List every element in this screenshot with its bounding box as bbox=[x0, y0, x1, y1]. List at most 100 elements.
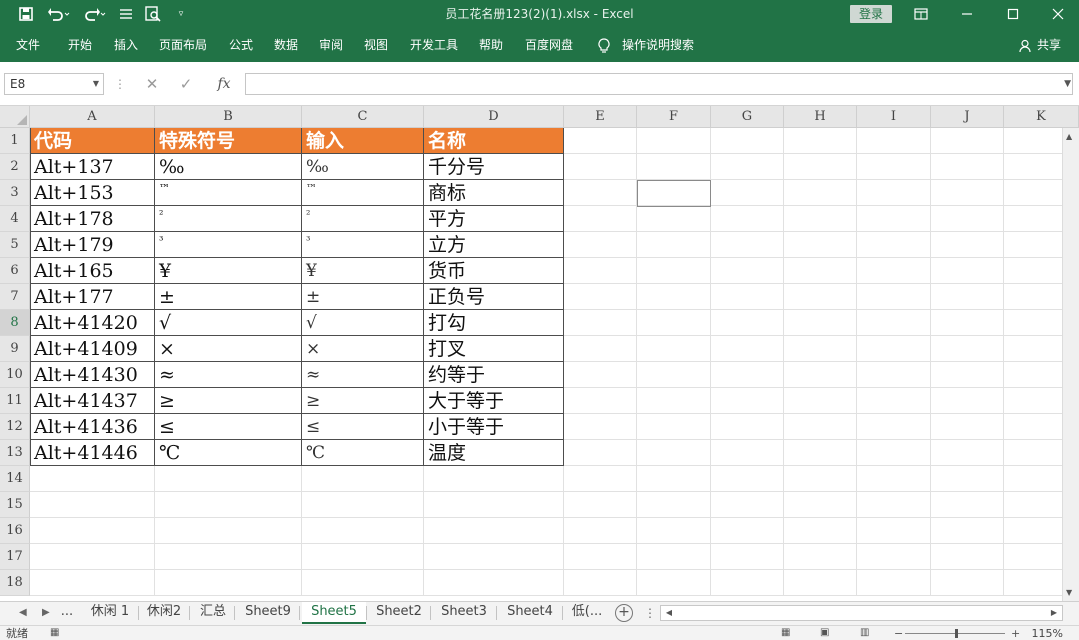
cell-name[interactable]: 温度 bbox=[424, 440, 563, 466]
row-header-9[interactable]: 9 bbox=[0, 336, 30, 362]
formula-bar-grip-icon[interactable]: ⋮ bbox=[114, 73, 126, 95]
column-header-e[interactable]: E bbox=[564, 106, 637, 128]
cell-name[interactable]: 千分号 bbox=[424, 154, 563, 180]
sheet-tab-5[interactable]: Sheet5 bbox=[302, 602, 366, 624]
more-sheets-left[interactable]: ... bbox=[58, 602, 76, 624]
row-header-11[interactable]: 11 bbox=[0, 388, 30, 414]
tab-developer[interactable]: 开发工具 bbox=[410, 28, 458, 62]
expand-formula-icon[interactable]: ▼ bbox=[1064, 73, 1071, 95]
column-header-a[interactable]: A bbox=[30, 106, 155, 128]
zoom-slider-thumb[interactable] bbox=[955, 629, 958, 638]
form-icon[interactable] bbox=[116, 0, 136, 28]
cell-symbol[interactable]: ≤ bbox=[155, 414, 301, 440]
cell-input[interactable]: ≈ bbox=[302, 362, 423, 388]
zoom-out-button[interactable]: − bbox=[894, 627, 903, 640]
cell-symbol[interactable]: ≈ bbox=[155, 362, 301, 388]
sheet-tab-2[interactable]: 休闲2 bbox=[139, 602, 189, 624]
cell-input[interactable]: √ bbox=[302, 310, 423, 336]
sheet-tab-3[interactable]: 汇总 bbox=[192, 602, 234, 624]
chevron-down-icon[interactable]: ▿ bbox=[172, 0, 190, 28]
cell-code[interactable]: Alt+41420 bbox=[30, 310, 154, 336]
undo-icon[interactable] bbox=[44, 0, 74, 28]
row-header-1[interactable]: 1 bbox=[0, 128, 30, 154]
cell-input[interactable]: ‰ bbox=[302, 154, 423, 180]
sheet-tab-7[interactable]: Sheet3 bbox=[432, 602, 496, 624]
next-sheet-icon[interactable]: ▶ bbox=[42, 602, 50, 624]
tell-me-search[interactable]: 操作说明搜索 bbox=[622, 28, 694, 62]
login-button[interactable]: 登录 bbox=[850, 5, 892, 23]
cell-code[interactable]: Alt+153 bbox=[30, 180, 154, 206]
cell-name[interactable]: 平方 bbox=[424, 206, 563, 232]
row-header-7[interactable]: 7 bbox=[0, 284, 30, 310]
save-icon[interactable] bbox=[14, 0, 38, 28]
row-header-12[interactable]: 12 bbox=[0, 414, 30, 440]
column-header-i[interactable]: I bbox=[857, 106, 931, 128]
share-button[interactable]: 共享 bbox=[1019, 28, 1061, 62]
row-header-6[interactable]: 6 bbox=[0, 258, 30, 284]
sheet-tab-6[interactable]: Sheet2 bbox=[368, 602, 430, 624]
tab-review[interactable]: 审阅 bbox=[319, 28, 343, 62]
cell-input[interactable]: ≤ bbox=[302, 414, 423, 440]
tab-home[interactable]: 开始 bbox=[68, 28, 92, 62]
header-cell-input[interactable]: 输入 bbox=[302, 128, 423, 153]
column-header-j[interactable]: J bbox=[931, 106, 1004, 128]
zoom-level[interactable]: 115% bbox=[1032, 626, 1063, 640]
tab-formulas[interactable]: 公式 bbox=[229, 28, 253, 62]
scroll-down-icon[interactable]: ▼ bbox=[1066, 588, 1072, 597]
row-header-4[interactable]: 4 bbox=[0, 206, 30, 232]
column-header-c[interactable]: C bbox=[302, 106, 424, 128]
cell-code[interactable]: Alt+178 bbox=[30, 206, 154, 232]
row-header-5[interactable]: 5 bbox=[0, 232, 30, 258]
column-header-h[interactable]: H bbox=[784, 106, 857, 128]
row-header-13[interactable]: 13 bbox=[0, 440, 30, 466]
normal-view-icon[interactable]: ▦ bbox=[781, 627, 790, 638]
tab-page-layout[interactable]: 页面布局 bbox=[159, 28, 207, 62]
cell-symbol[interactable]: × bbox=[155, 336, 301, 362]
macro-record-icon[interactable]: ▦ bbox=[50, 627, 59, 638]
minimize-icon[interactable] bbox=[944, 0, 990, 28]
cell-symbol[interactable]: √ bbox=[155, 310, 301, 336]
redo-icon[interactable] bbox=[80, 0, 110, 28]
cell-code[interactable]: Alt+177 bbox=[30, 284, 154, 310]
close-icon[interactable] bbox=[1035, 0, 1079, 28]
cell-input[interactable]: × bbox=[302, 336, 423, 362]
row-header-15[interactable]: 15 bbox=[0, 492, 30, 518]
cell-symbol[interactable]: ‰ bbox=[155, 154, 301, 180]
cell-code[interactable]: Alt+137 bbox=[30, 154, 154, 180]
formula-input[interactable] bbox=[245, 73, 1073, 95]
row-header-14[interactable]: 14 bbox=[0, 466, 30, 492]
cell-code[interactable]: Alt+41430 bbox=[30, 362, 154, 388]
cell-code[interactable]: Alt+41436 bbox=[30, 414, 154, 440]
cell-input[interactable]: ± bbox=[302, 284, 423, 310]
chevron-down-icon[interactable]: ▼ bbox=[93, 74, 99, 94]
cell-name[interactable]: 大于等于 bbox=[424, 388, 563, 414]
scroll-left-icon[interactable]: ◀ bbox=[662, 606, 676, 620]
row-header-17[interactable]: 17 bbox=[0, 544, 30, 570]
cell-symbol[interactable]: ² bbox=[155, 206, 301, 232]
scroll-up-icon[interactable]: ▲ bbox=[1066, 132, 1072, 141]
sheet-tab-4[interactable]: Sheet9 bbox=[237, 602, 299, 624]
cell-input[interactable]: ≥ bbox=[302, 388, 423, 414]
row-header-16[interactable]: 16 bbox=[0, 518, 30, 544]
header-cell-symbol[interactable]: 特殊符号 bbox=[155, 128, 301, 153]
cancel-icon[interactable]: ✕ bbox=[138, 73, 166, 95]
column-header-b[interactable]: B bbox=[155, 106, 302, 128]
tab-help[interactable]: 帮助 bbox=[479, 28, 503, 62]
cell-name[interactable]: 正负号 bbox=[424, 284, 563, 310]
header-cell-name[interactable]: 名称 bbox=[424, 128, 563, 153]
cell-input[interactable]: ³ bbox=[302, 232, 423, 258]
cell-name[interactable]: 小于等于 bbox=[424, 414, 563, 440]
tab-view[interactable]: 视图 bbox=[364, 28, 388, 62]
tabs-splitter-icon[interactable]: ⋮ bbox=[644, 602, 656, 624]
cell-code[interactable]: Alt+179 bbox=[30, 232, 154, 258]
row-header-2[interactable]: 2 bbox=[0, 154, 30, 180]
name-box[interactable]: E8 ▼ bbox=[4, 73, 104, 95]
cell-name[interactable]: 打叉 bbox=[424, 336, 563, 362]
sheet-tab-9[interactable]: 低(... bbox=[565, 602, 609, 624]
cell-symbol[interactable]: ³ bbox=[155, 232, 301, 258]
sheet-tab-1[interactable]: 休闲 1 bbox=[82, 602, 138, 624]
cell-code[interactable]: Alt+165 bbox=[30, 258, 154, 284]
cell-symbol[interactable]: ± bbox=[155, 284, 301, 310]
cell-symbol[interactable]: ≥ bbox=[155, 388, 301, 414]
sheet-tab-8[interactable]: Sheet4 bbox=[498, 602, 562, 624]
